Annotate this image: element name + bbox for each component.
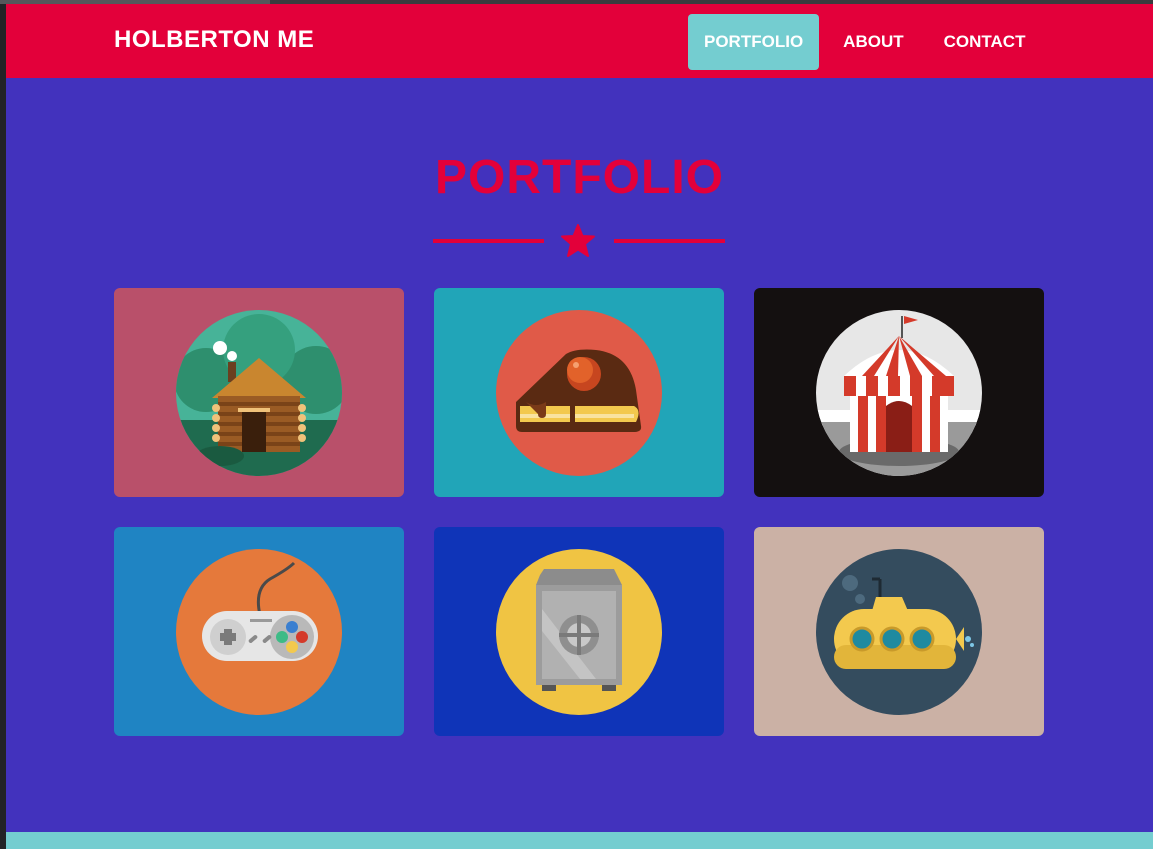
cake-slice-icon: [496, 310, 662, 476]
portfolio-item-cake[interactable]: [434, 288, 724, 497]
submarine-icon: [816, 549, 982, 715]
star-icon: [561, 224, 595, 257]
navbar: HOLBERTON ME PORTFOLIO ABOUT CONTACT: [6, 4, 1153, 78]
nav-link-about[interactable]: ABOUT: [827, 14, 919, 70]
portfolio-item-controller[interactable]: [114, 527, 404, 736]
portfolio-item-submarine[interactable]: [754, 527, 1044, 736]
footer-strip: [6, 832, 1153, 849]
nav-menu: PORTFOLIO ABOUT CONTACT: [688, 14, 1049, 70]
page: HOLBERTON ME PORTFOLIO ABOUT CONTACT POR…: [6, 4, 1153, 849]
nav-link-contact[interactable]: CONTACT: [928, 14, 1042, 70]
circus-tent-icon: [816, 310, 982, 476]
portfolio-item-circus[interactable]: [754, 288, 1044, 497]
title-divider: [433, 224, 725, 258]
safe-icon: [496, 549, 662, 715]
nav-link-portfolio[interactable]: PORTFOLIO: [688, 14, 820, 70]
log-cabin-icon: [176, 310, 342, 476]
brand-logo-text[interactable]: HOLBERTON ME: [114, 26, 314, 54]
portfolio-item-safe[interactable]: [434, 527, 724, 736]
game-controller-icon: [176, 549, 342, 715]
divider-line-left: [433, 239, 544, 243]
section-title: PORTFOLIO: [435, 151, 724, 204]
portfolio-item-cabin[interactable]: [114, 288, 404, 497]
divider-line-right: [614, 239, 725, 243]
